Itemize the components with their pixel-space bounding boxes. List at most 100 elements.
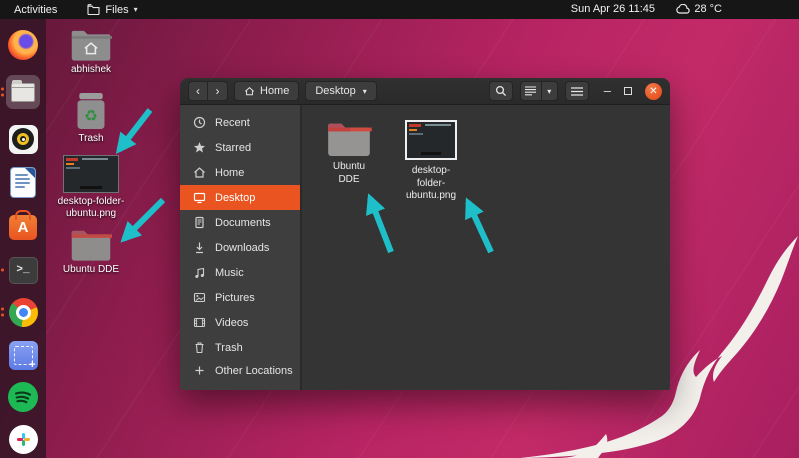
- app-menu-label: Files: [105, 4, 128, 16]
- minimize-button[interactable]: –: [604, 86, 611, 96]
- picture-icon: [193, 291, 206, 304]
- view-options-button[interactable]: ▾: [542, 81, 558, 101]
- document-icon: [193, 216, 206, 229]
- home-folder-icon: [70, 27, 112, 61]
- file-view[interactable]: Ubuntu DDE desktop-folder-ubuntu.png: [302, 105, 670, 390]
- chevron-down-icon: ▾: [547, 87, 551, 96]
- terminal-prompt-glyph: >_: [16, 264, 29, 276]
- back-button[interactable]: ‹: [188, 81, 208, 101]
- trash-can-icon: ♻: [73, 92, 109, 130]
- sidebar-item-label: Downloads: [215, 242, 269, 254]
- close-icon: ✕: [649, 86, 657, 97]
- home-breadcrumb-button[interactable]: Home: [234, 81, 299, 101]
- screenshot-thumbnail: [63, 155, 119, 193]
- hamburger-icon: [571, 87, 583, 96]
- forward-icon: ›: [216, 84, 220, 98]
- dock-item-spotify[interactable]: [6, 380, 40, 414]
- dock-item-files[interactable]: [6, 75, 40, 109]
- file-item-desktop-folder-ubuntu-png[interactable]: desktop-folder-ubuntu.png: [400, 120, 462, 203]
- sidebar-item-home[interactable]: Home: [180, 160, 300, 185]
- sidebar-item-pictures[interactable]: Pictures: [180, 285, 300, 310]
- sidebar-item-music[interactable]: Music: [180, 260, 300, 285]
- slack-icon: [9, 425, 38, 454]
- sidebar-item-label: Music: [215, 267, 244, 279]
- folder-icon: [326, 120, 372, 156]
- spotify-icon: [8, 382, 38, 412]
- file-label: Ubuntu DDE: [324, 161, 374, 186]
- desktop-icon-ubuntu-dde[interactable]: Ubuntu DDE: [45, 227, 137, 276]
- location-label: Desktop: [315, 85, 355, 97]
- activities-button[interactable]: Activities: [10, 4, 61, 16]
- svg-text:♻: ♻: [84, 107, 98, 125]
- dock-item-rhythmbox[interactable]: [6, 122, 40, 156]
- dock-item-firefox[interactable]: [6, 28, 40, 62]
- running-indicator: [1, 88, 4, 97]
- maximize-button[interactable]: [624, 87, 632, 95]
- ubuntu-software-icon: A: [9, 215, 37, 240]
- home-icon: [244, 86, 255, 96]
- top-bar: Activities Files ▾ Sun Apr 26 11:45 28 °…: [0, 0, 799, 19]
- sidebar-item-label: Videos: [215, 317, 248, 329]
- clock-icon: [193, 116, 206, 129]
- chevron-down-icon: ▾: [134, 5, 138, 14]
- app-menu[interactable]: Files ▾: [87, 4, 137, 16]
- location-dropdown-button[interactable]: Desktop ▾: [305, 81, 376, 101]
- sidebar-item-starred[interactable]: Starred: [180, 135, 300, 160]
- dock-item-screenshot-tool[interactable]: [6, 338, 40, 372]
- sidebar-item-label: Pictures: [215, 292, 255, 304]
- sidebar-item-label: Desktop: [215, 192, 255, 204]
- sidebar-item-desktop[interactable]: Desktop: [180, 185, 300, 210]
- chevron-down-icon: ▾: [363, 87, 367, 96]
- desktop-icon-trash[interactable]: ♻ Trash: [45, 92, 137, 145]
- clock[interactable]: Sun Apr 26 11:45: [571, 3, 655, 15]
- temperature-label: 28 °C: [694, 3, 722, 15]
- home-icon: [193, 166, 206, 179]
- weather-indicator[interactable]: 28 °C: [676, 3, 722, 15]
- view-toggle-button[interactable]: [520, 81, 542, 101]
- files-icon: [11, 83, 35, 102]
- minimize-icon: –: [604, 83, 611, 98]
- plus-icon: [193, 364, 206, 377]
- sidebar-item-trash[interactable]: Trash: [180, 335, 300, 360]
- sidebar-item-videos[interactable]: Videos: [180, 310, 300, 335]
- screenshot-tool-icon: [9, 341, 38, 370]
- dock-item-terminal[interactable]: >_: [6, 253, 40, 287]
- file-item-ubuntu-dde[interactable]: Ubuntu DDE: [324, 120, 374, 186]
- sidebar-item-label: Recent: [215, 117, 250, 129]
- dock-item-libreoffice-writer[interactable]: [6, 165, 40, 199]
- rhythmbox-icon: [9, 125, 38, 154]
- folder-icon: [87, 4, 100, 15]
- sidebar-item-label: Starred: [215, 142, 251, 154]
- sidebar-item-label: Documents: [215, 217, 271, 229]
- close-button[interactable]: ✕: [645, 83, 662, 100]
- cloud-icon: [676, 4, 690, 14]
- back-icon: ‹: [196, 84, 200, 98]
- sidebar-item-recent[interactable]: Recent: [180, 110, 300, 135]
- desktop-icon-abhishek[interactable]: abhishek: [45, 27, 137, 76]
- running-indicator: [1, 308, 4, 317]
- sidebar-item-label: Home: [215, 167, 244, 179]
- desktop-icon-image-file[interactable]: desktop-folder-ubuntu.png: [45, 155, 137, 219]
- desktop-icon-label: Trash: [78, 133, 103, 145]
- desktop-icon: [193, 191, 206, 204]
- files-window: ‹ › Home Desktop ▾: [180, 78, 670, 390]
- dock-item-chrome[interactable]: [6, 295, 40, 329]
- forward-button[interactable]: ›: [208, 81, 228, 101]
- libreoffice-writer-icon: [11, 168, 35, 197]
- chrome-icon: [9, 298, 38, 327]
- file-label: desktop-folder-ubuntu.png: [400, 165, 462, 203]
- screenshot-thumbnail: [405, 120, 457, 160]
- sidebar-item-other-locations[interactable]: Other Locations: [180, 358, 300, 383]
- menu-button[interactable]: [565, 81, 589, 101]
- sidebar-item-downloads[interactable]: Downloads: [180, 235, 300, 260]
- terminal-icon: >_: [9, 257, 38, 284]
- sidebar-item-documents[interactable]: Documents: [180, 210, 300, 235]
- home-breadcrumb-label: Home: [260, 85, 289, 97]
- search-button[interactable]: [489, 81, 513, 101]
- dock-item-ubuntu-software[interactable]: A: [6, 210, 40, 244]
- window-titlebar[interactable]: ‹ › Home Desktop ▾: [180, 78, 670, 105]
- places-sidebar: Recent Starred Home Desktop Documents Do…: [180, 105, 302, 390]
- dock-item-slack[interactable]: [6, 422, 40, 456]
- sidebar-item-label: Other Locations: [215, 365, 293, 377]
- star-icon: [193, 141, 206, 154]
